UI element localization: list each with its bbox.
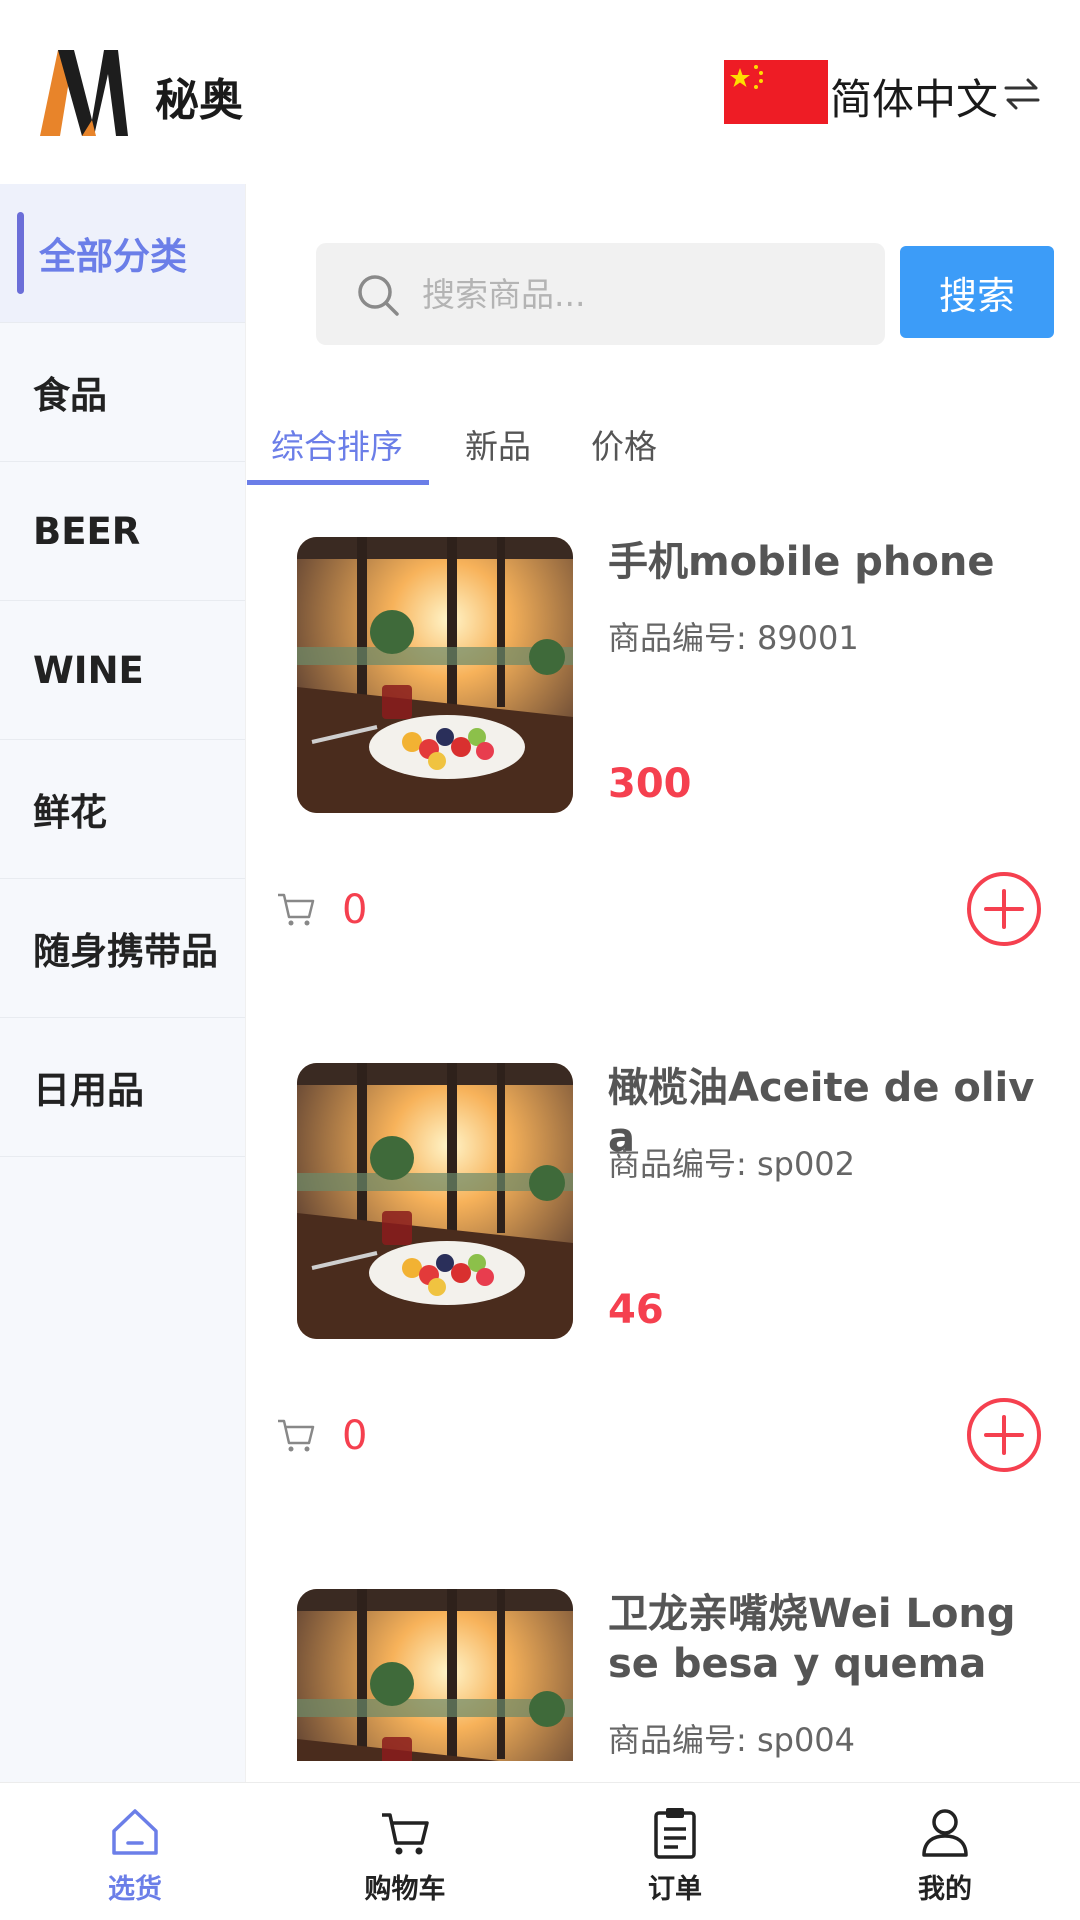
sidebar-item-flowers[interactable]: 鲜花: [0, 740, 245, 879]
nav-item-profile[interactable]: 我的: [810, 1783, 1080, 1920]
sidebar-item-daily-goods[interactable]: 日用品: [0, 1018, 245, 1157]
sidebar-item-beer[interactable]: BEER: [0, 462, 245, 601]
sidebar-item-carry-on[interactable]: 随身携带品: [0, 879, 245, 1018]
cart-quantity: 0: [342, 887, 368, 933]
product-price: 46: [608, 1287, 664, 1333]
category-sidebar: 全部分类 食品 BEER WINE 鲜花 随身携带品 日用品: [0, 184, 246, 1784]
swap-icon[interactable]: [1002, 74, 1042, 114]
search-button[interactable]: 搜索: [900, 246, 1054, 338]
nav-label: 我的: [918, 1874, 972, 1905]
clipboard-icon: [654, 1808, 696, 1859]
nav-label: 选货: [108, 1874, 162, 1905]
product-card[interactable]: 卫龙亲嘴烧Wei Long se besa y quema 商品编号: sp00…: [246, 1589, 1080, 1761]
product-card[interactable]: 手机mobile phone 商品编号: 89001 300 0: [246, 537, 1080, 1062]
user-icon: [922, 1809, 968, 1857]
app-header: 秘奥 简体中文: [0, 0, 1080, 184]
product-card[interactable]: 橄榄油Aceite de oliva 商品编号: sp002 46 0: [246, 1063, 1080, 1588]
search-icon: [358, 275, 399, 316]
nav-label: 订单: [648, 1874, 702, 1905]
tab-new[interactable]: 新品: [465, 420, 531, 468]
cart-mini-icon: [278, 1419, 315, 1452]
product-image[interactable]: [297, 537, 573, 813]
nav-item-select[interactable]: 选货: [0, 1783, 270, 1920]
product-code: 商品编号: sp002: [608, 1145, 856, 1183]
add-to-cart-icon[interactable]: [966, 1397, 1042, 1473]
product-code: 商品编号: 89001: [608, 619, 859, 657]
brand-name: 秘奥: [155, 75, 243, 126]
home-icon: [112, 1809, 158, 1855]
cart-quantity: 0: [342, 1413, 368, 1459]
bottom-navigation: 选货 购物车 订单 我的: [0, 1782, 1080, 1920]
tab-default-sort[interactable]: 综合排序: [271, 420, 403, 468]
tab-price[interactable]: 价格: [591, 420, 657, 468]
product-name: 手机mobile phone: [608, 539, 995, 585]
cart-mini-icon: [278, 893, 315, 926]
sidebar-item-food[interactable]: 食品: [0, 323, 245, 462]
china-flag-icon[interactable]: [724, 60, 828, 124]
sidebar-item-wine[interactable]: WINE: [0, 601, 245, 740]
cart-icon: [382, 1813, 429, 1855]
nav-item-cart[interactable]: 购物车: [270, 1783, 540, 1920]
nav-item-orders[interactable]: 订单: [540, 1783, 810, 1920]
search-input[interactable]: [422, 261, 862, 327]
product-image[interactable]: [297, 1063, 573, 1339]
language-selector[interactable]: 简体中文: [830, 66, 998, 127]
search-bar: [316, 243, 885, 345]
brand-logo: [40, 50, 128, 136]
product-image[interactable]: [297, 1589, 573, 1761]
add-to-cart-icon[interactable]: [966, 871, 1042, 947]
sidebar-item-all[interactable]: 全部分类: [0, 184, 245, 323]
product-name: 卫龙亲嘴烧Wei Long se besa y quema: [608, 1591, 1016, 1687]
nav-label: 购物车: [364, 1874, 446, 1905]
active-tab-indicator: [247, 480, 429, 485]
product-price: 300: [608, 761, 692, 807]
product-code: 商品编号: sp004: [608, 1721, 856, 1759]
